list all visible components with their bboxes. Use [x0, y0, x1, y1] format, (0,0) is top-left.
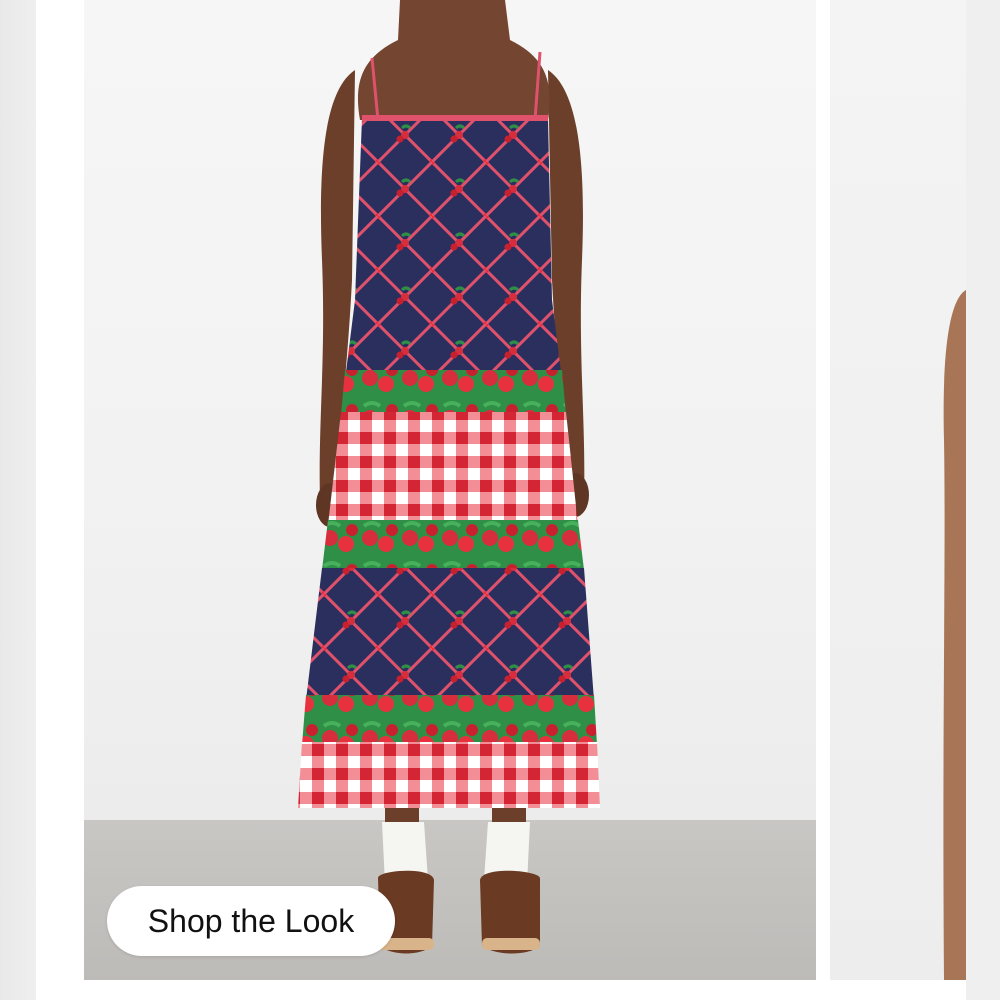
previous-slide-peek[interactable]: [0, 0, 36, 1000]
next-model-arm: [943, 290, 966, 980]
far-right-slide-peek: [966, 0, 1000, 1000]
image-carousel: Shop the Look: [0, 0, 1000, 1000]
next-slide-peek[interactable]: [830, 0, 966, 980]
model-dress-photo: [298, 0, 600, 954]
shop-the-look-button[interactable]: Shop the Look: [107, 886, 395, 956]
product-photo-slide[interactable]: [84, 0, 816, 980]
